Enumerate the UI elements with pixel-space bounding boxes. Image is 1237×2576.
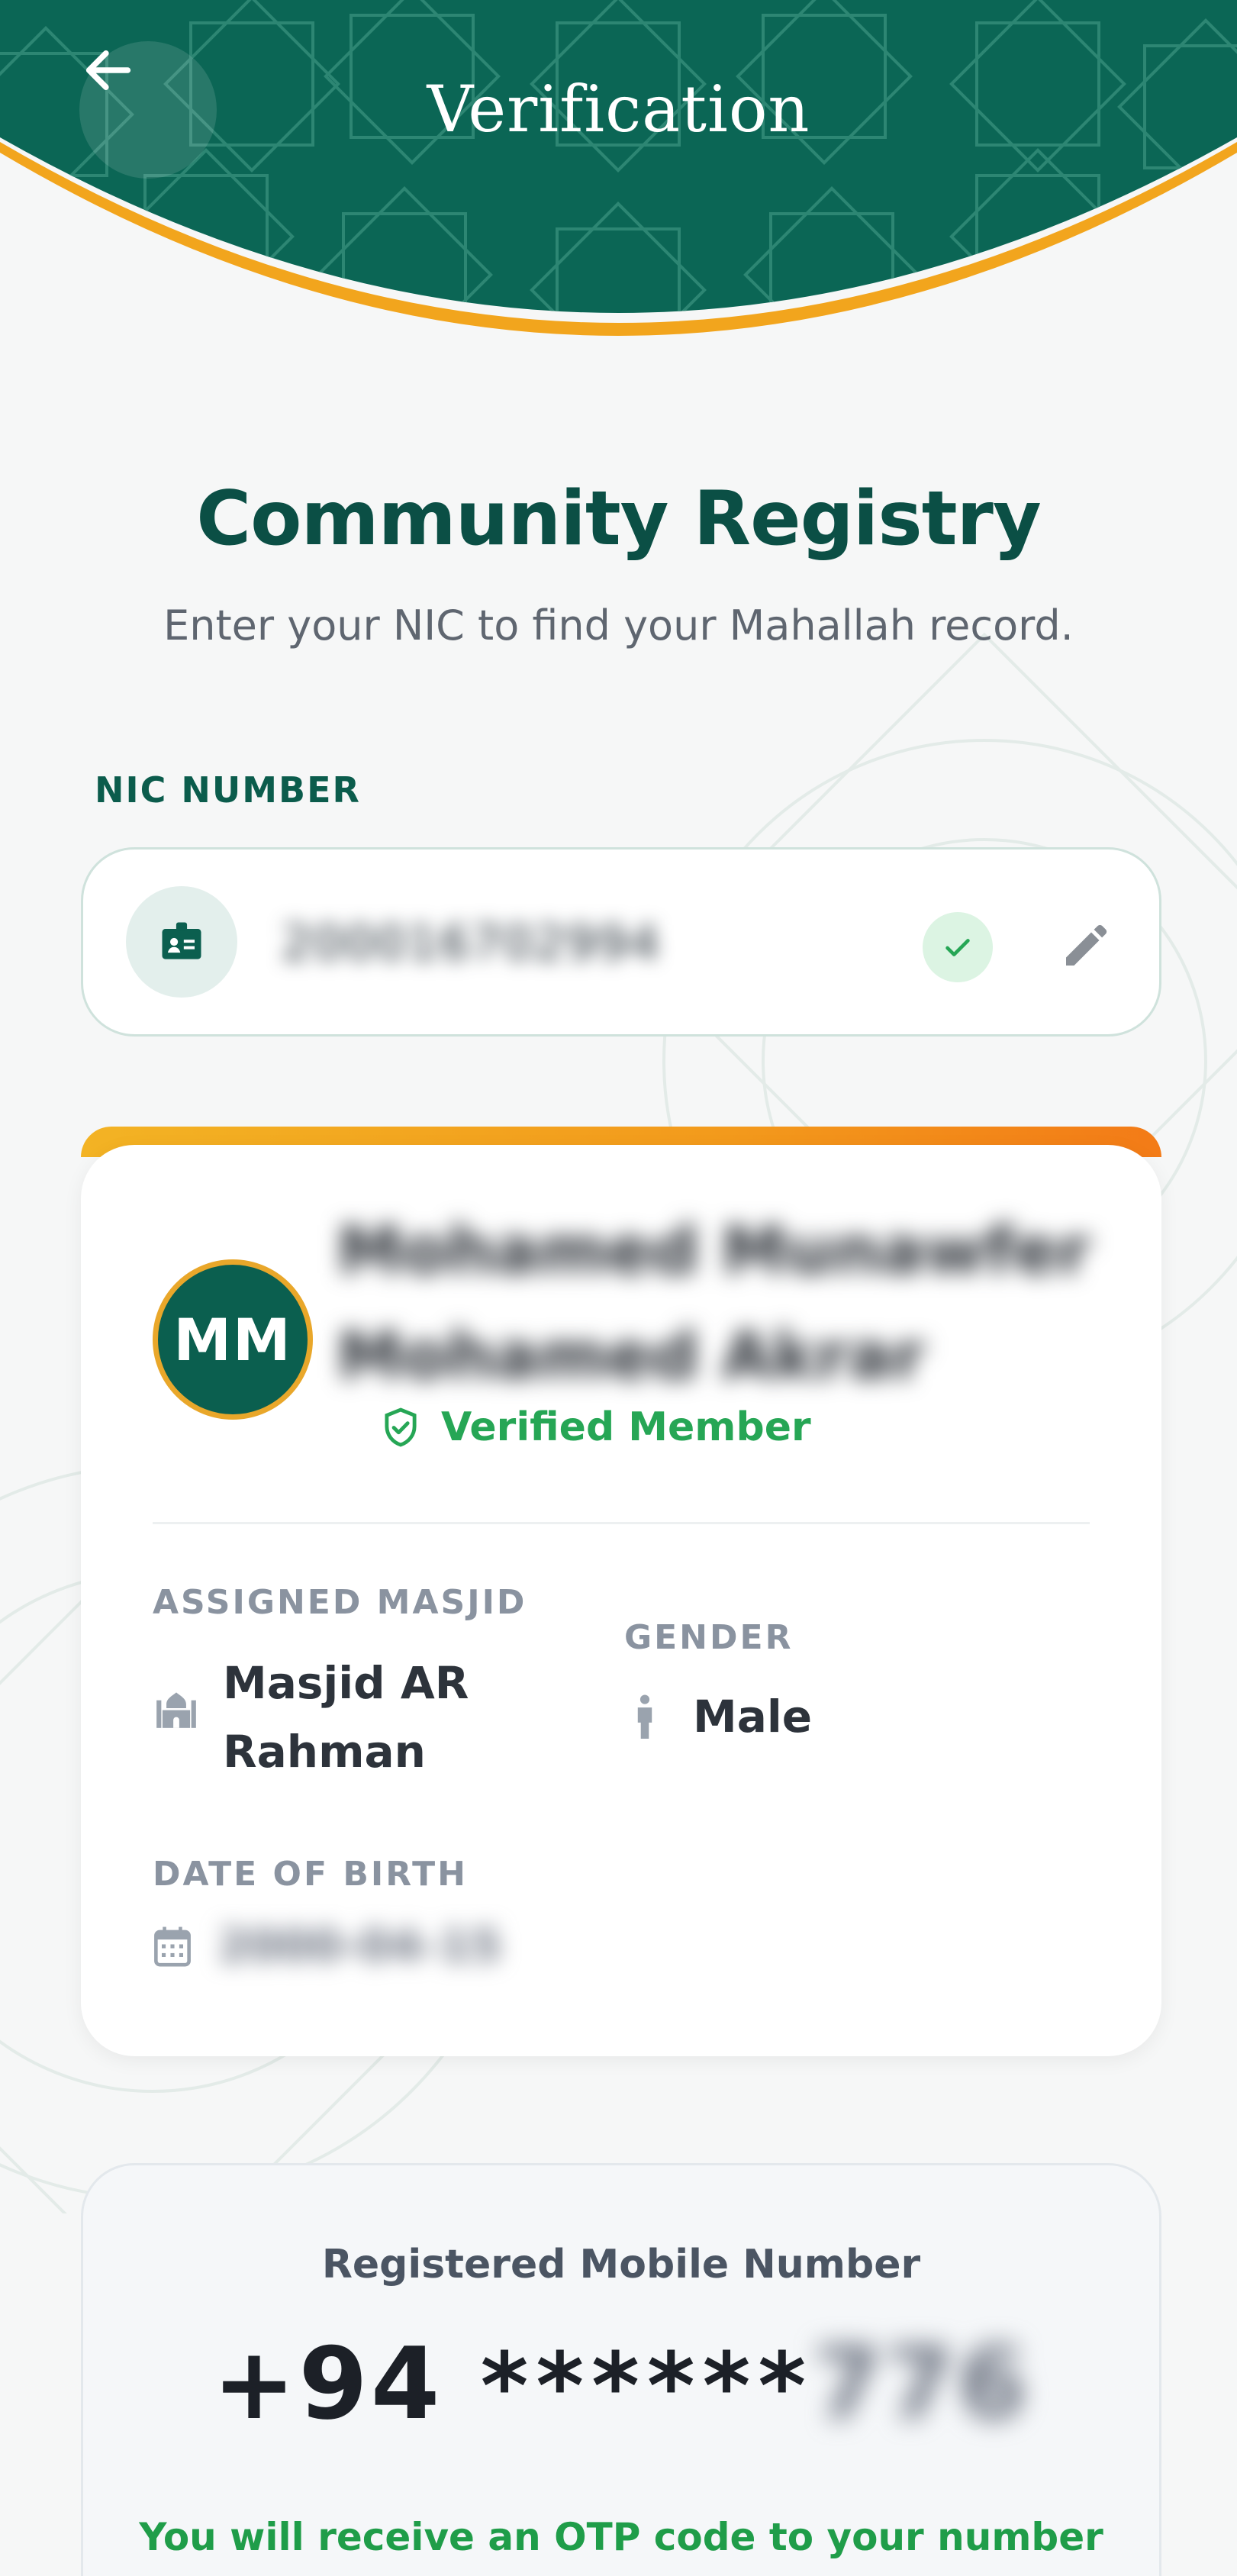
registry-subhead: Enter your NIC to find your Mahallah rec… xyxy=(163,601,1074,650)
registry-headline: Community Registry xyxy=(196,476,1042,563)
otp-note: You will receive an OTP code to your num… xyxy=(139,2515,1103,2559)
person-icon xyxy=(637,1694,652,1739)
mobile-tail-digits: 776 xyxy=(813,2326,1030,2442)
nic-field-label: NIC NUMBER xyxy=(95,769,361,811)
mobile-masked-digits: ****** xyxy=(480,2334,814,2440)
mobile-country-code: +94 xyxy=(212,2326,443,2442)
member-name: Mohamed Munawfer Mohamed Akrar xyxy=(337,1198,1100,1409)
verified-label: Verified Member xyxy=(441,1404,811,1450)
nic-verified-indicator xyxy=(923,912,993,982)
page-title: Verification xyxy=(427,72,810,147)
pencil-icon xyxy=(1066,924,1107,966)
assigned-masjid-label: ASSIGNED MASJID xyxy=(153,1583,527,1622)
nic-icon-badge xyxy=(126,886,237,998)
mobile-label: Registered Mobile Number xyxy=(321,2242,921,2287)
card-divider xyxy=(153,1522,1090,1524)
dob-label: DATE OF BIRTH xyxy=(153,1855,468,1894)
edit-nic-button[interactable] xyxy=(1045,908,1124,987)
gender-value: Male xyxy=(693,1691,813,1743)
check-icon xyxy=(945,939,970,956)
avatar: MM xyxy=(153,1259,313,1420)
member-name-line2: Mohamed Akrar xyxy=(337,1318,925,1394)
assigned-masjid-line1: Masjid AR xyxy=(223,1657,469,1709)
calendar-icon xyxy=(154,1926,191,1967)
nic-value: 200016702994 xyxy=(282,915,662,971)
assigned-masjid-value: Masjid AR Rahman xyxy=(223,1649,469,1786)
nic-input[interactable]: 200016702994 xyxy=(81,847,1161,1037)
shield-check-icon xyxy=(385,1407,417,1447)
mobile-number-card: Registered Mobile Number +94 ******776 Y… xyxy=(81,2163,1161,2576)
member-name-line1: Mohamed Munawfer xyxy=(337,1213,1091,1289)
mobile-number: +94 ******776 xyxy=(83,2326,1159,2442)
app-header: Verification xyxy=(0,0,1237,382)
mosque-icon xyxy=(156,1692,196,1728)
id-card-icon xyxy=(162,922,201,959)
assigned-masjid-line2: Rahman xyxy=(223,1726,426,1778)
gender-label: GENDER xyxy=(624,1618,794,1657)
member-card: MM Mohamed Munawfer Mohamed Akrar Verifi… xyxy=(81,1145,1161,2056)
dob-value: 2000-04-15 xyxy=(218,1920,501,1971)
verification-screen: Verification Community Registry Enter yo… xyxy=(0,0,1237,2576)
verified-badge: Verified Member xyxy=(379,1404,811,1450)
